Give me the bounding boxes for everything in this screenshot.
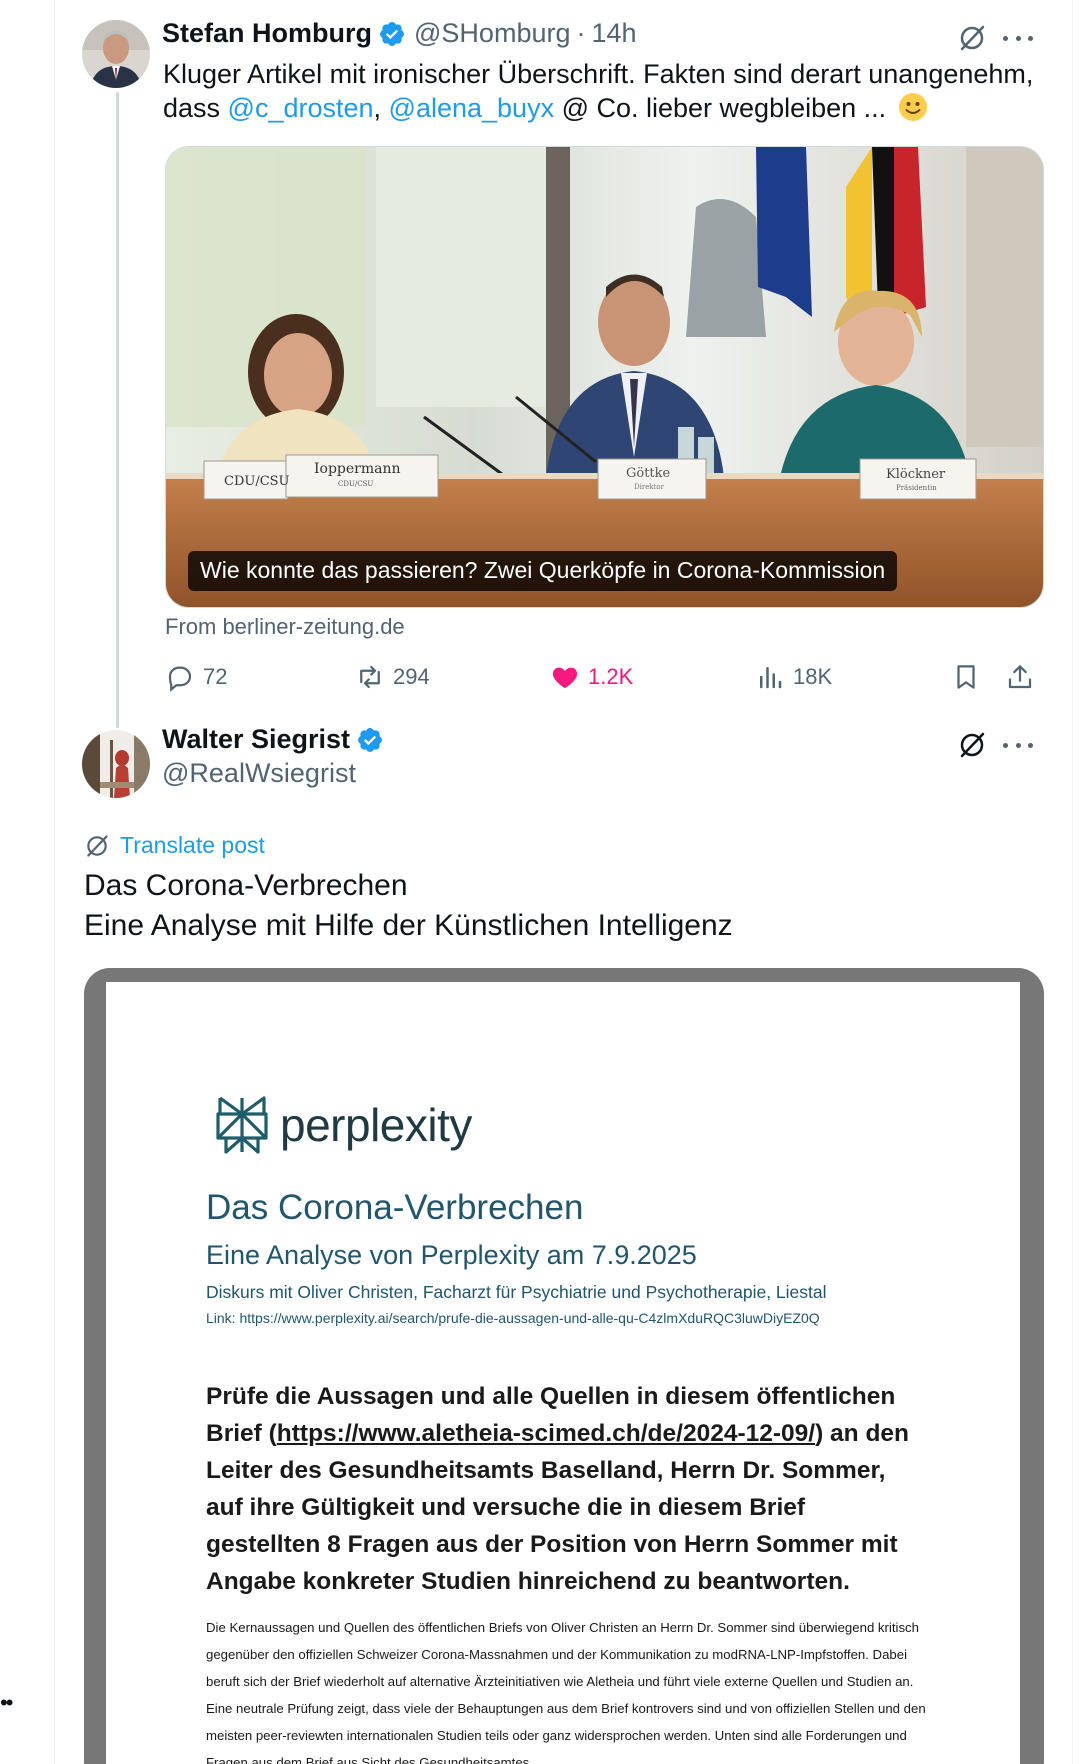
reply-button[interactable]: 72 (165, 662, 227, 692)
author-name[interactable]: Stefan Homburg (162, 18, 372, 49)
mention-link[interactable]: @alena_buyx (389, 93, 555, 123)
timeline-right-border (1072, 0, 1073, 1764)
placard-label: Direktor (634, 483, 665, 491)
placard-label: Ioppermann (314, 461, 401, 477)
tweet1-text-line1: Kluger Artikel mit ironischer Überschrif… (163, 59, 1034, 89)
tweet2-handle-row: @RealWsiegrist (162, 758, 356, 789)
document-link-line: Link: https://www.perplexity.ai/search/p… (206, 1310, 820, 1326)
article-headline: Wie konnte das passieren? Zwei Querköpfe… (188, 551, 898, 591)
repost-count: 294 (393, 664, 430, 689)
separator-dot: · (576, 18, 586, 48)
article-image: CDU/CSU Ioppermann CDU/CSU Göttke Direkt… (166, 147, 1043, 607)
document-page: perplexity Das Corona-Verbrechen Eine An… (106, 982, 1020, 1764)
edge-marker: •• (0, 1690, 13, 1715)
document-discourse-line: Diskurs mit Oliver Christen, Facharzt fü… (206, 1282, 827, 1302)
tweet1-text: Kluger Artikel mit ironischer Überschrif… (163, 57, 1043, 125)
avatar-image (82, 20, 150, 88)
tweet2-text-line1: Das Corona-Verbrechen (84, 869, 408, 902)
thread-connector-line (116, 92, 119, 728)
grok-icon[interactable] (957, 23, 987, 53)
tweet2-text: Das Corona-Verbrechen Eine Analyse mit H… (84, 866, 733, 946)
tweet1-text-comma: , (373, 93, 389, 123)
logo-wordmark: perplexity (280, 1099, 472, 1151)
document-image-card[interactable]: perplexity Das Corona-Verbrechen Eine An… (84, 968, 1044, 1764)
translate-post-link[interactable]: Translate post (84, 832, 265, 859)
translate-icon (87, 834, 108, 857)
placard-label: CDU/CSU (338, 480, 373, 488)
more-options-icon[interactable] (1003, 23, 1033, 53)
document-body-text: Die Kernaussagen und Quellen des öffentl… (206, 1620, 926, 1764)
share-icon (1008, 665, 1032, 689)
tweet2-header: Walter Siegrist (162, 724, 384, 755)
document-subtitle: Eine Analyse von Perplexity am 7.9.2025 (206, 1240, 697, 1270)
bookmark-button[interactable] (951, 662, 989, 692)
placard-label: CDU/CSU (224, 474, 290, 489)
tweet-timestamp[interactable]: 14h (591, 18, 636, 49)
like-count: 1.2K (588, 664, 634, 689)
repost-icon (360, 665, 380, 689)
avatar-walter-siegrist[interactable] (82, 730, 150, 798)
bookmark-icon (957, 665, 975, 689)
timeline-left-border (54, 0, 55, 1764)
perplexity-icon (216, 1096, 268, 1154)
tweet1-header: Stefan Homburg @SHomburg · 14h (162, 18, 637, 49)
tweet1-text-suffix: @ Co. lieber wegbleiben ... (554, 93, 887, 123)
verified-badge-icon[interactable] (378, 20, 406, 48)
placard-label: Göttke (626, 466, 671, 481)
more-options-icon[interactable] (1003, 730, 1033, 760)
views-button[interactable]: 18K (755, 662, 832, 692)
author-handle[interactable]: @SHomburg (414, 18, 570, 49)
analytics-icon (760, 667, 782, 689)
document-title: Das Corona-Verbrechen (206, 1188, 584, 1227)
tweet1-text-prefix: dass (163, 93, 228, 123)
like-button[interactable]: 1.2K (550, 662, 633, 692)
perplexity-logo: perplexity (214, 1094, 472, 1156)
grok-icon[interactable] (957, 730, 987, 760)
prompt-url: https://www.aletheia-scimed.ch/de/2024-1… (276, 1420, 816, 1447)
heart-filled-icon (552, 667, 578, 689)
share-button[interactable] (1005, 662, 1043, 692)
avatar-stefan-homburg[interactable] (82, 20, 150, 88)
mention-link[interactable]: @c_drosten (228, 93, 374, 123)
reply-icon (168, 666, 192, 692)
tweet1-action-bar: 72 294 1.2K 18K (165, 662, 1044, 698)
document-prompt: Prüfe die Aussagen und alle Quellen in d… (206, 1378, 926, 1600)
author-name[interactable]: Walter Siegrist (162, 724, 350, 755)
verified-badge-icon[interactable] (356, 726, 384, 754)
smiling-face-emoji-icon (898, 93, 927, 121)
author-handle[interactable]: @RealWsiegrist (162, 758, 356, 789)
reply-count: 72 (203, 664, 228, 689)
repost-button[interactable]: 294 (355, 662, 430, 692)
placard-label: Klöckner (886, 467, 946, 482)
tweet2-text-line2: Eine Analyse mit Hilfe der Künstlichen I… (84, 909, 733, 942)
link-card[interactable]: CDU/CSU Ioppermann CDU/CSU Göttke Direkt… (165, 146, 1044, 608)
view-count: 18K (793, 664, 833, 689)
avatar-image (82, 730, 150, 798)
link-source[interactable]: From berliner-zeitung.de (165, 614, 405, 640)
translate-post-label: Translate post (120, 832, 265, 858)
placard-label: Präsidentin (896, 484, 937, 492)
